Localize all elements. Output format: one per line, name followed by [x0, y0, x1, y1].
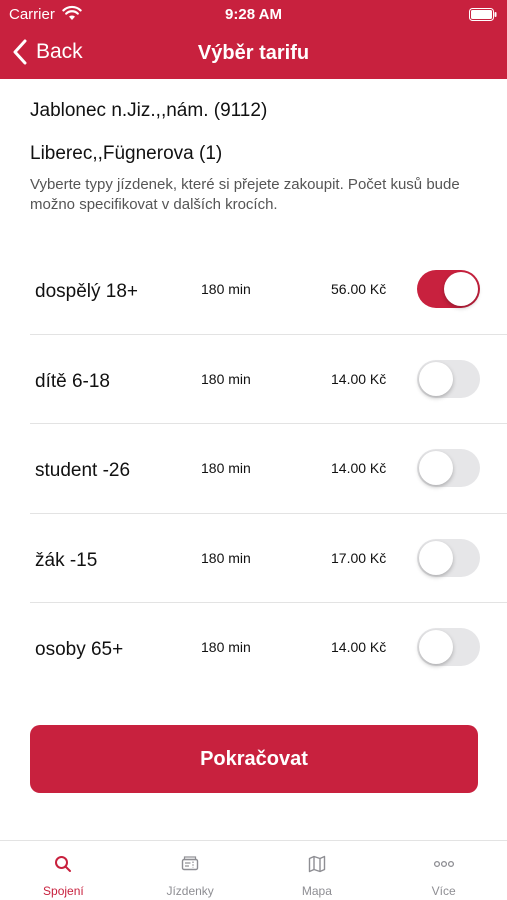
toggle-knob [419, 451, 453, 485]
tariff-name: student -26 [35, 460, 131, 481]
tariff-toggle[interactable] [417, 449, 480, 487]
tariff-toggle[interactable] [417, 270, 480, 308]
tariff-name: žák -15 [35, 549, 98, 571]
route-from: Jablonec n.Jiz.,,nám. (9112) [30, 100, 268, 121]
tariff-price: 17.00 Kč [331, 549, 387, 566]
tariff-row: dospělý 18+ 180 min 56.00 Kč [0, 245, 507, 335]
tab-vice[interactable]: Více [380, 841, 507, 900]
tariff-toggle[interactable] [417, 359, 480, 398]
tab-label: Jízdenky [166, 884, 214, 898]
tariff-duration: 180 min [201, 281, 251, 297]
tariff-toggle[interactable] [417, 538, 480, 577]
toggle-knob [419, 540, 453, 575]
tariff-row: student -26 180 min 14.00 Kč [0, 424, 507, 514]
page-title: Výběr tarifu [197, 42, 310, 64]
tab-jizdenky[interactable]: Jízdenky [127, 841, 254, 900]
tariff-duration: 180 min [201, 460, 251, 476]
toggle-knob [419, 361, 453, 396]
ticket-icon [181, 856, 199, 871]
tariff-row: osoby 65+ 180 min 14.00 Kč [0, 603, 507, 693]
tab-spojeni[interactable]: Spojení [0, 841, 127, 900]
tariff-duration: 180 min [201, 639, 251, 655]
tariff-duration: 180 min [201, 549, 251, 566]
tab-mapa[interactable]: Mapa [254, 841, 381, 900]
tariff-price: 14.00 Kč [331, 460, 387, 476]
map-icon [308, 855, 326, 873]
instruction-text: Vyberte typy jízdenek, které si přejete … [30, 176, 460, 213]
status-time: 9:28 AM [225, 6, 282, 23]
tariff-name: osoby 65+ [35, 639, 124, 660]
tariff-price: 56.00 Kč [331, 281, 387, 297]
tariff-duration: 180 min [201, 370, 251, 387]
tariff-price: 14.00 Kč [331, 639, 387, 655]
tab-bar: Spojení Jízdenky Mapa Více [0, 840, 507, 900]
tariff-list: dospělý 18+ 180 min 56.00 Kč dítě 6-18 1… [0, 245, 507, 693]
tab-label: Více [431, 884, 456, 898]
tariff-toggle[interactable] [417, 628, 480, 666]
toggle-knob [419, 630, 453, 664]
tab-label: Mapa [301, 884, 332, 898]
tab-label: Spojení [43, 884, 84, 898]
continue-button[interactable]: Pokračovat [30, 725, 478, 793]
battery-icon [469, 8, 497, 21]
tariff-name: dospělý 18+ [35, 281, 138, 302]
tariff-row: žák -15 180 min 17.00 Kč [0, 514, 507, 603]
navigation-bar: Back Výběr tarifu [0, 28, 507, 79]
tariff-price: 14.00 Kč [331, 370, 387, 387]
tariff-row: dítě 6-18 180 min 14.00 Kč [0, 335, 507, 424]
tariff-name: dítě 6-18 [35, 370, 110, 392]
header: Carrier 9:28 AM Back Výběr tarifu [0, 0, 507, 79]
route-to: Liberec,,Fügnerova (1) [30, 143, 223, 164]
search-icon [55, 856, 72, 872]
toggle-knob [444, 272, 478, 306]
more-icon [433, 860, 454, 868]
status-bar: Carrier 9:28 AM [0, 0, 507, 28]
